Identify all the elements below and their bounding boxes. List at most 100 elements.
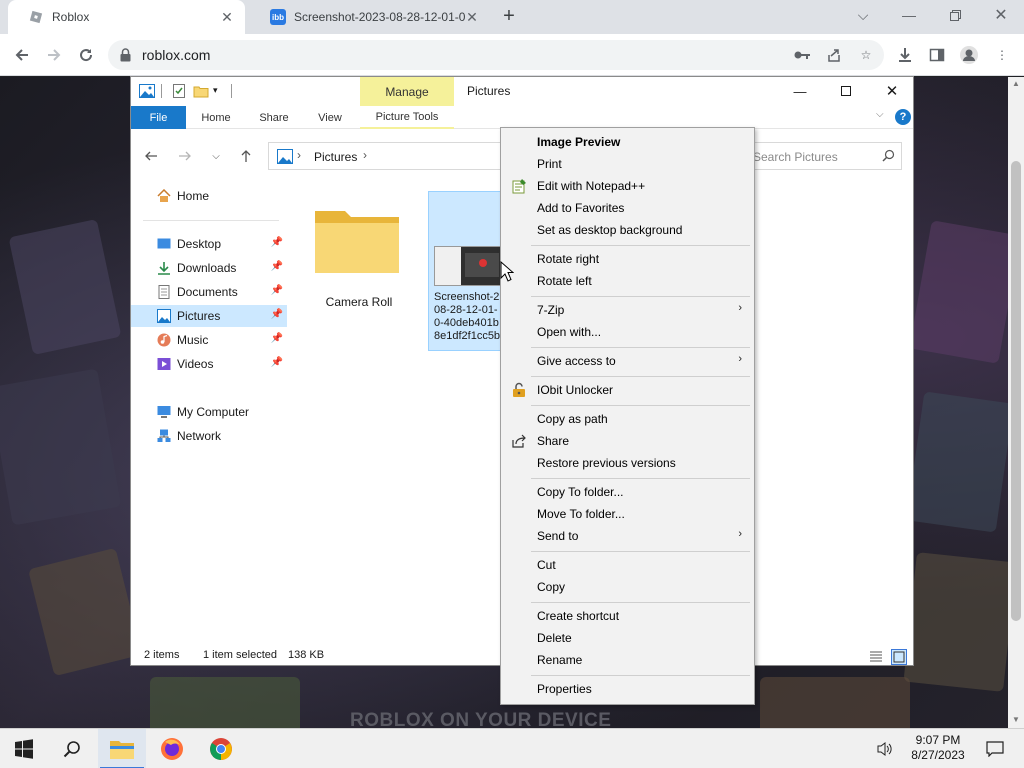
volume-icon[interactable] [870,729,900,768]
pin-icon[interactable]: 📌 [271,309,283,320]
help-icon[interactable]: ? [895,109,911,125]
close-tab-icon[interactable]: ✕ [219,9,235,25]
search-box[interactable]: Search Pictures [746,142,902,170]
menu-item-set-desktop-background[interactable]: Set as desktop background [503,219,752,241]
pin-icon[interactable]: 📌 [271,237,283,248]
notifications-icon[interactable] [975,729,1015,768]
expand-ribbon-icon[interactable]: ⌵ [876,109,884,120]
page-scrollbar[interactable]: ▲ ▼ [1008,77,1024,728]
recent-locations-icon[interactable]: ⌵ [207,147,225,165]
download-icon[interactable] [893,43,917,67]
reload-button[interactable] [74,43,98,67]
menu-item-send-to[interactable]: Send to › [503,525,752,547]
search-icon[interactable] [882,149,895,165]
menu-item-cut[interactable]: Cut [503,554,752,576]
menu-item-rotate-right[interactable]: Rotate right [503,248,752,270]
start-icon[interactable] [0,729,48,768]
scroll-down-icon[interactable]: ▼ [1011,715,1021,725]
close-button[interactable]: ✕ [869,77,915,105]
side-panel-icon[interactable] [925,43,949,67]
menu-item-give-access-to[interactable]: Give access to › [503,350,752,372]
profile-avatar[interactable] [957,43,981,67]
share-page-icon[interactable] [826,47,842,63]
address-bar[interactable]: roblox.com ☆ [108,40,884,70]
forward-icon[interactable] [176,147,194,165]
menu-item-rotate-left[interactable]: Rotate left [503,270,752,292]
menu-item-share[interactable]: Share [503,430,752,452]
tab-picture-tools[interactable]: Picture Tools [360,106,454,129]
tab-manage[interactable]: Manage [360,77,454,107]
large-icons-view-icon[interactable] [891,649,907,665]
chrome-menu-icon[interactable]: ⋮ [990,43,1014,67]
bookmark-star-icon[interactable]: ☆ [858,47,874,63]
search-icon[interactable] [48,729,96,768]
sidebar-item-documents[interactable]: Documents 📌 [131,281,287,303]
tab-share[interactable]: Share [249,106,299,129]
up-icon[interactable] [237,147,255,165]
tab-roblox[interactable]: Roblox ✕ [8,0,245,34]
menu-item-copy[interactable]: Copy [503,576,752,598]
sidebar-item-desktop[interactable]: Desktop 📌 [131,233,287,255]
sidebar-item-videos[interactable]: Videos 📌 [131,353,287,375]
restore-button[interactable] [932,0,978,30]
sidebar-item-music[interactable]: Music 📌 [131,329,287,351]
forward-button[interactable] [42,43,66,67]
maximize-button[interactable] [823,77,869,105]
close-tab-icon[interactable]: ✕ [464,9,480,25]
back-button[interactable] [10,43,34,67]
minimize-button[interactable]: — [777,77,823,105]
menu-item-copy-as-path[interactable]: Copy as path [503,408,752,430]
pin-icon[interactable]: 📌 [271,285,283,296]
address-bar[interactable]: › Pictures › [268,142,508,170]
scrollbar-thumb[interactable] [1011,161,1021,621]
menu-item-7zip[interactable]: 7-Zip › [503,299,752,321]
pin-icon[interactable]: 📌 [271,261,283,272]
tab-search-icon[interactable]: ⌵ [840,0,886,30]
chevron-right-icon[interactable]: › [363,148,367,162]
menu-item-properties[interactable]: Properties [503,678,752,700]
menu-item-iobit-unlocker[interactable]: IObit Unlocker [503,379,752,401]
address-location[interactable]: Pictures [314,150,357,164]
file-explorer-icon[interactable] [98,729,146,768]
chrome-icon[interactable] [197,729,245,768]
firefox-icon[interactable] [148,729,196,768]
scroll-up-icon[interactable]: ▲ [1011,79,1021,89]
menu-item-restore-previous-versions[interactable]: Restore previous versions [503,452,752,474]
new-tab-button[interactable]: + [498,6,520,28]
menu-item-image-preview[interactable]: Image Preview [503,131,752,153]
tab-file[interactable]: File [131,106,186,129]
menu-item-move-to-folder[interactable]: Move To folder... [503,503,752,525]
tab-screenshot[interactable]: ibb Screenshot-2023-08-28-12-01-0 ✕ [250,0,490,34]
menu-item-print[interactable]: Print [503,153,752,175]
new-folder-icon[interactable] [193,83,209,99]
sidebar-item-my-computer[interactable]: My Computer [131,401,287,423]
menu-item-add-to-favorites[interactable]: Add to Favorites [503,197,752,219]
pin-icon[interactable]: 📌 [271,357,283,368]
lock-icon[interactable] [120,48,131,65]
taskbar-clock[interactable]: 9:07 PM 8/27/2023 [905,733,971,763]
sidebar-item-network[interactable]: Network [131,425,287,447]
menu-item-edit-with-notepad[interactable]: Edit with Notepad++ [503,175,752,197]
folder-camera-roll[interactable]: Camera Roll [309,191,409,321]
key-icon[interactable] [794,47,810,63]
tab-view[interactable]: View [306,106,354,129]
clock-date: 8/27/2023 [911,748,965,762]
back-icon[interactable] [142,147,160,165]
close-window-button[interactable]: ✕ [978,0,1024,30]
minimize-button[interactable]: — [886,0,932,30]
chevron-right-icon[interactable]: › [297,148,301,162]
tab-home[interactable]: Home [191,106,241,129]
menu-item-open-with[interactable]: Open with... [503,321,752,343]
sidebar-item-home[interactable]: Home [131,185,287,207]
menu-item-rename[interactable]: Rename [503,649,752,671]
menu-item-delete[interactable]: Delete [503,627,752,649]
menu-item-copy-to-folder[interactable]: Copy To folder... [503,481,752,503]
sidebar-item-downloads[interactable]: Downloads 📌 [131,257,287,279]
menu-item-create-shortcut[interactable]: Create shortcut [503,605,752,627]
details-view-icon[interactable] [869,649,885,665]
properties-icon[interactable] [171,83,187,99]
customize-toolbar-icon[interactable]: ▾ [213,85,229,101]
pin-icon[interactable]: 📌 [271,333,283,344]
sidebar-item-pictures[interactable]: Pictures 📌 [131,305,287,327]
window-title: Pictures [467,84,511,98]
